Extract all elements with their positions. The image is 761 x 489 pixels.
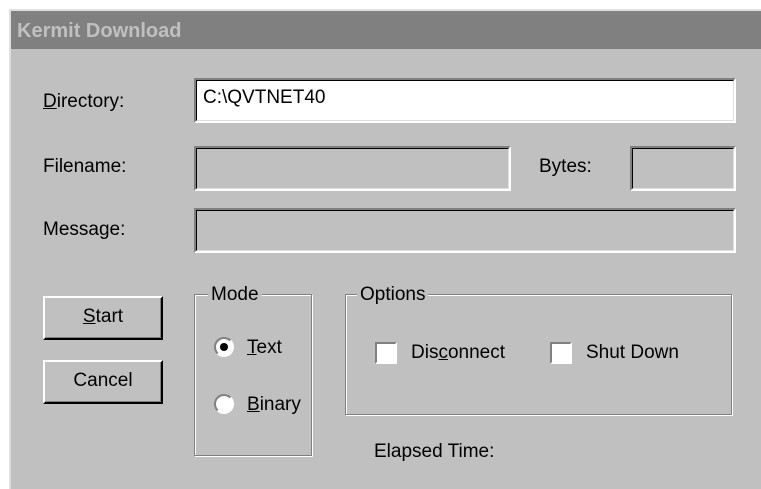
cancel-button[interactable]: Cancel xyxy=(43,360,163,404)
bytes-label: Bytes: xyxy=(539,156,592,177)
message-label: Message: xyxy=(43,219,126,240)
options-group-title: Options xyxy=(357,284,429,306)
window-title: Kermit Download xyxy=(17,20,182,42)
disconnect-label[interactable]: Disconnect xyxy=(411,342,505,364)
message-field xyxy=(194,208,736,253)
binary-radio-label[interactable]: Binary xyxy=(247,394,301,416)
shutdown-checkbox[interactable] xyxy=(550,342,572,364)
directory-label: Directory: xyxy=(43,91,125,112)
disconnect-checkbox[interactable] xyxy=(375,342,397,364)
mode-group-title: Mode xyxy=(208,284,262,306)
mode-group xyxy=(194,294,312,456)
bytes-field xyxy=(630,146,736,191)
filename-label: Filename: xyxy=(43,156,127,177)
directory-field[interactable]: C:\QVTNET40 xyxy=(194,78,736,123)
filename-field xyxy=(194,146,511,191)
start-button[interactable]: Start xyxy=(43,296,163,340)
title-bar: Kermit Download xyxy=(11,11,761,49)
directory-value: C:\QVTNET40 xyxy=(203,87,326,108)
shutdown-label[interactable]: Shut Down xyxy=(586,342,679,364)
elapsed-time-label: Elapsed Time: xyxy=(374,441,495,462)
text-radio-label[interactable]: Text xyxy=(247,337,282,359)
binary-radio[interactable] xyxy=(214,394,234,414)
kermit-download-dialog: Kermit Download Directory: C:\QVTNET40 F… xyxy=(9,9,761,489)
text-radio[interactable] xyxy=(214,337,234,357)
